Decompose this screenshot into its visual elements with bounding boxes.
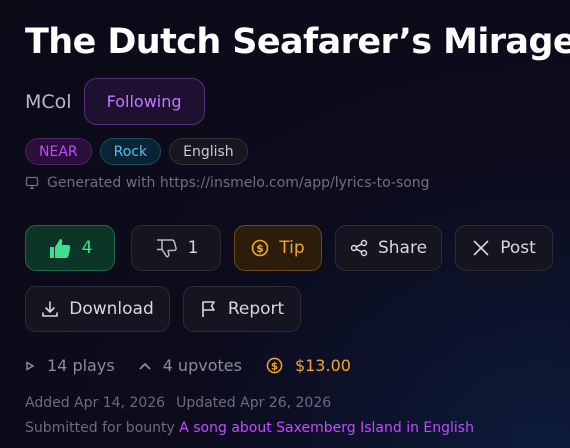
bounty-info: Submitted for bounty A song about Saxemb… xyxy=(25,420,474,436)
earnings-stat: $ $13.00 xyxy=(266,356,351,375)
x-logo-icon xyxy=(473,240,489,256)
following-button[interactable]: Following xyxy=(83,78,205,125)
bounty-prefix: Submitted for bounty xyxy=(25,420,175,436)
upvotes-stat: 4 upvotes xyxy=(139,356,242,375)
dislike-button[interactable]: 1 xyxy=(131,225,221,271)
post-to-x-button[interactable]: Post xyxy=(455,225,553,271)
svg-text:$: $ xyxy=(271,360,278,372)
like-count: 4 xyxy=(81,238,93,258)
report-label: Report xyxy=(227,299,285,319)
post-label: Post xyxy=(500,238,536,258)
tip-button[interactable]: $ Tip xyxy=(234,225,322,271)
thumbs-up-icon xyxy=(49,239,70,258)
updated-date: Updated Apr 26, 2026 xyxy=(176,395,332,411)
song-title: The Dutch Seafarer’s Mirage xyxy=(25,22,570,62)
upvotes-count: 4 upvotes xyxy=(162,356,242,375)
share-icon xyxy=(350,239,368,257)
author-name[interactable]: MCol xyxy=(25,91,72,113)
share-button[interactable]: Share xyxy=(335,225,442,271)
song-stats: 14 plays 4 upvotes $ $13.00 xyxy=(25,356,375,375)
added-date: Added Apr 14, 2026 xyxy=(25,395,166,411)
thumbs-down-icon xyxy=(156,239,177,258)
generated-with-text[interactable]: Generated with https://insmelo.com/app/l… xyxy=(47,175,430,191)
earnings-amount: $13.00 xyxy=(294,356,351,375)
flag-icon xyxy=(202,301,215,317)
coin-dollar-icon: $ xyxy=(266,357,283,374)
tag-english[interactable]: English xyxy=(169,138,248,165)
tag-rock[interactable]: Rock xyxy=(99,138,162,165)
monitor-icon xyxy=(25,176,39,190)
author-row: MCol Following xyxy=(25,78,205,125)
tip-label: Tip xyxy=(279,238,305,258)
tag-list: NEAR Rock English xyxy=(25,138,256,165)
dislike-count: 1 xyxy=(187,238,199,258)
coin-dollar-icon: $ xyxy=(251,239,269,257)
download-icon xyxy=(42,301,59,317)
download-label: Download xyxy=(69,299,154,319)
bounty-link[interactable]: A song about Saxemberg Island in English xyxy=(179,420,474,436)
plays-stat: 14 plays xyxy=(25,356,115,375)
share-label: Share xyxy=(377,238,428,258)
report-button[interactable]: Report xyxy=(183,286,301,332)
plays-count: 14 plays xyxy=(47,356,115,375)
chevron-up-icon xyxy=(139,362,151,369)
date-info: Added Apr 14, 2026 Updated Apr 26, 2026 xyxy=(25,395,331,411)
play-icon xyxy=(26,360,35,371)
like-button[interactable]: 4 xyxy=(25,225,115,271)
tag-near[interactable]: NEAR xyxy=(25,138,92,165)
svg-text:$: $ xyxy=(256,242,264,255)
download-button[interactable]: Download xyxy=(25,286,170,332)
generated-with-line: Generated with https://insmelo.com/app/l… xyxy=(25,175,430,191)
